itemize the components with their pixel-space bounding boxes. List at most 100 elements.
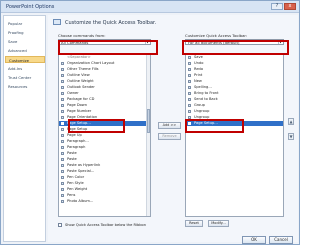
sidebar-item-save[interactable]: Save <box>5 38 45 45</box>
page-setup-icon <box>188 122 191 125</box>
list-item[interactable]: Page Number <box>59 109 150 114</box>
page-number-icon <box>61 110 64 113</box>
list-item[interactable]: Paste <box>59 151 150 156</box>
move-up-button[interactable]: ▲ <box>288 118 294 125</box>
list-item[interactable]: Pen Color <box>59 175 150 180</box>
cancel-button[interactable]: Cancel <box>269 236 293 244</box>
modify-button[interactable]: Modify... <box>208 220 229 227</box>
sidebar-item-proofing[interactable]: Proofing <box>5 29 45 36</box>
scroll-thumb[interactable] <box>147 109 150 133</box>
customize-toolbar-value: For all documents (default) <box>188 40 240 45</box>
list-item[interactable]: Save <box>186 55 283 60</box>
list-item[interactable]: Spelling... <box>186 85 283 90</box>
help-button[interactable]: ? <box>271 3 283 10</box>
list-item[interactable]: Outline View <box>59 73 150 78</box>
left-list-scrollbar[interactable] <box>146 54 150 216</box>
list-item[interactable]: Page Setup <box>59 127 150 132</box>
title-bar: PowerPoint Options ? x <box>1 1 299 13</box>
outline-weight-icon <box>61 80 64 83</box>
list-item[interactable]: Other Theme Fills <box>59 67 150 72</box>
page-setup-icon <box>61 128 64 131</box>
customize-toolbar-dropdown[interactable]: For all documents (default) ▼ <box>185 39 284 45</box>
list-item[interactable]: Owner <box>59 91 150 96</box>
page-down-icon <box>61 104 64 107</box>
list-item[interactable]: Page Down <box>59 103 150 108</box>
list-item[interactable]: Redo <box>186 67 283 72</box>
list-item[interactable]: Pens <box>59 193 150 198</box>
list-item[interactable]: Photo Album... <box>59 199 150 204</box>
choose-commands-value: All Commands <box>61 40 89 45</box>
customize-toolbar-label: Customize Quick Access Toolbar: <box>185 33 248 38</box>
list-item[interactable]: Outline Weight <box>59 79 150 84</box>
ungroup-icon <box>188 110 191 113</box>
sidebar-item-add-ins[interactable]: Add-Ins <box>5 65 45 72</box>
list-item[interactable]: Pen Weight <box>59 187 150 192</box>
paste-icon <box>61 158 64 161</box>
pens-icon <box>61 194 64 197</box>
list-item[interactable]: Paragraph... <box>59 139 150 144</box>
close-button[interactable]: x <box>284 3 296 10</box>
paragraph-icon <box>61 146 64 149</box>
outline-view-icon <box>61 74 64 77</box>
spelling-icon <box>188 86 191 89</box>
pen-color-icon <box>61 176 64 179</box>
list-item[interactable]: Print <box>186 73 283 78</box>
pen-style-icon <box>61 182 64 185</box>
send-to-back-icon <box>188 98 191 101</box>
quick-access-toolbar-list[interactable]: Save Undo Redo Print New Spelling... Bri… <box>185 53 284 217</box>
list-item[interactable]: Package for CD <box>59 97 150 102</box>
list-item[interactable]: Ungroup <box>186 109 283 114</box>
list-item[interactable]: Group <box>186 103 283 108</box>
sidebar-item-resources[interactable]: Resources <box>5 83 45 90</box>
outlook-icon <box>61 86 64 89</box>
pen-weight-icon <box>61 188 64 191</box>
print-icon <box>188 74 191 77</box>
theme-fill-icon <box>61 68 64 71</box>
list-item[interactable]: Organization Chart Layout <box>59 61 150 66</box>
list-item[interactable]: <Separator> <box>59 55 150 60</box>
sidebar-item-advanced[interactable]: Advanced <box>5 47 45 54</box>
new-icon <box>188 80 191 83</box>
page-orientation-icon <box>61 116 64 119</box>
paste-special-icon <box>61 170 64 173</box>
list-item[interactable]: Page Setup... <box>186 121 283 126</box>
remove-button[interactable]: Remove <box>158 133 181 140</box>
list-item[interactable]: Paste as Hyperlink <box>59 163 150 168</box>
sidebar-item-popular[interactable]: Popular <box>5 20 45 27</box>
add-button[interactable]: Add >> <box>158 122 181 129</box>
choose-commands-label: Choose commands from: <box>58 33 106 38</box>
ungroup-icon <box>188 116 191 119</box>
hyperlink-icon <box>61 164 64 167</box>
choose-commands-dropdown[interactable]: All Commands ▼ <box>58 39 151 45</box>
panel-heading: Customize the Quick Access Toolbar. <box>65 20 157 26</box>
list-item[interactable]: Pen Style <box>59 181 150 186</box>
move-down-button[interactable]: ▼ <box>288 133 294 140</box>
list-item[interactable]: Paste Special... <box>59 169 150 174</box>
list-item[interactable]: Outlook Sender <box>59 85 150 90</box>
list-item[interactable]: Undo <box>186 61 283 66</box>
list-item[interactable]: Send to Back <box>186 97 283 102</box>
list-item[interactable]: Page Orientation <box>59 115 150 120</box>
save-icon <box>188 56 191 59</box>
available-commands-list[interactable]: <Separator> Organization Chart Layout Ot… <box>58 53 151 217</box>
organization-chart-icon <box>61 62 64 65</box>
page-up-icon <box>61 134 64 137</box>
list-item[interactable]: Page Up <box>59 133 150 138</box>
list-item[interactable]: Ungroup <box>186 115 283 120</box>
list-item[interactable]: New <box>186 79 283 84</box>
customize-panel: Customize the Quick Access Toolbar. Choo… <box>48 15 298 244</box>
list-item[interactable]: Page Setup... <box>59 121 150 126</box>
page-setup-icon <box>61 122 64 125</box>
list-item[interactable]: Paste <box>59 157 150 162</box>
sidebar-item-trust-center[interactable]: Trust Center <box>5 74 45 81</box>
bring-to-front-icon <box>188 92 191 95</box>
reset-button[interactable]: Reset <box>185 220 203 227</box>
sidebar-item-customize[interactable]: Customize <box>5 56 45 63</box>
redo-icon <box>188 68 191 71</box>
ok-button[interactable]: OK <box>242 236 266 244</box>
undo-icon <box>188 62 191 65</box>
checkbox-label: Show Quick Access Toolbar below the Ribb… <box>65 223 147 227</box>
show-toolbar-below-ribbon-checkbox[interactable] <box>58 223 62 227</box>
list-item[interactable]: Bring to Front <box>186 91 283 96</box>
list-item[interactable]: Paragraph <box>59 145 150 150</box>
